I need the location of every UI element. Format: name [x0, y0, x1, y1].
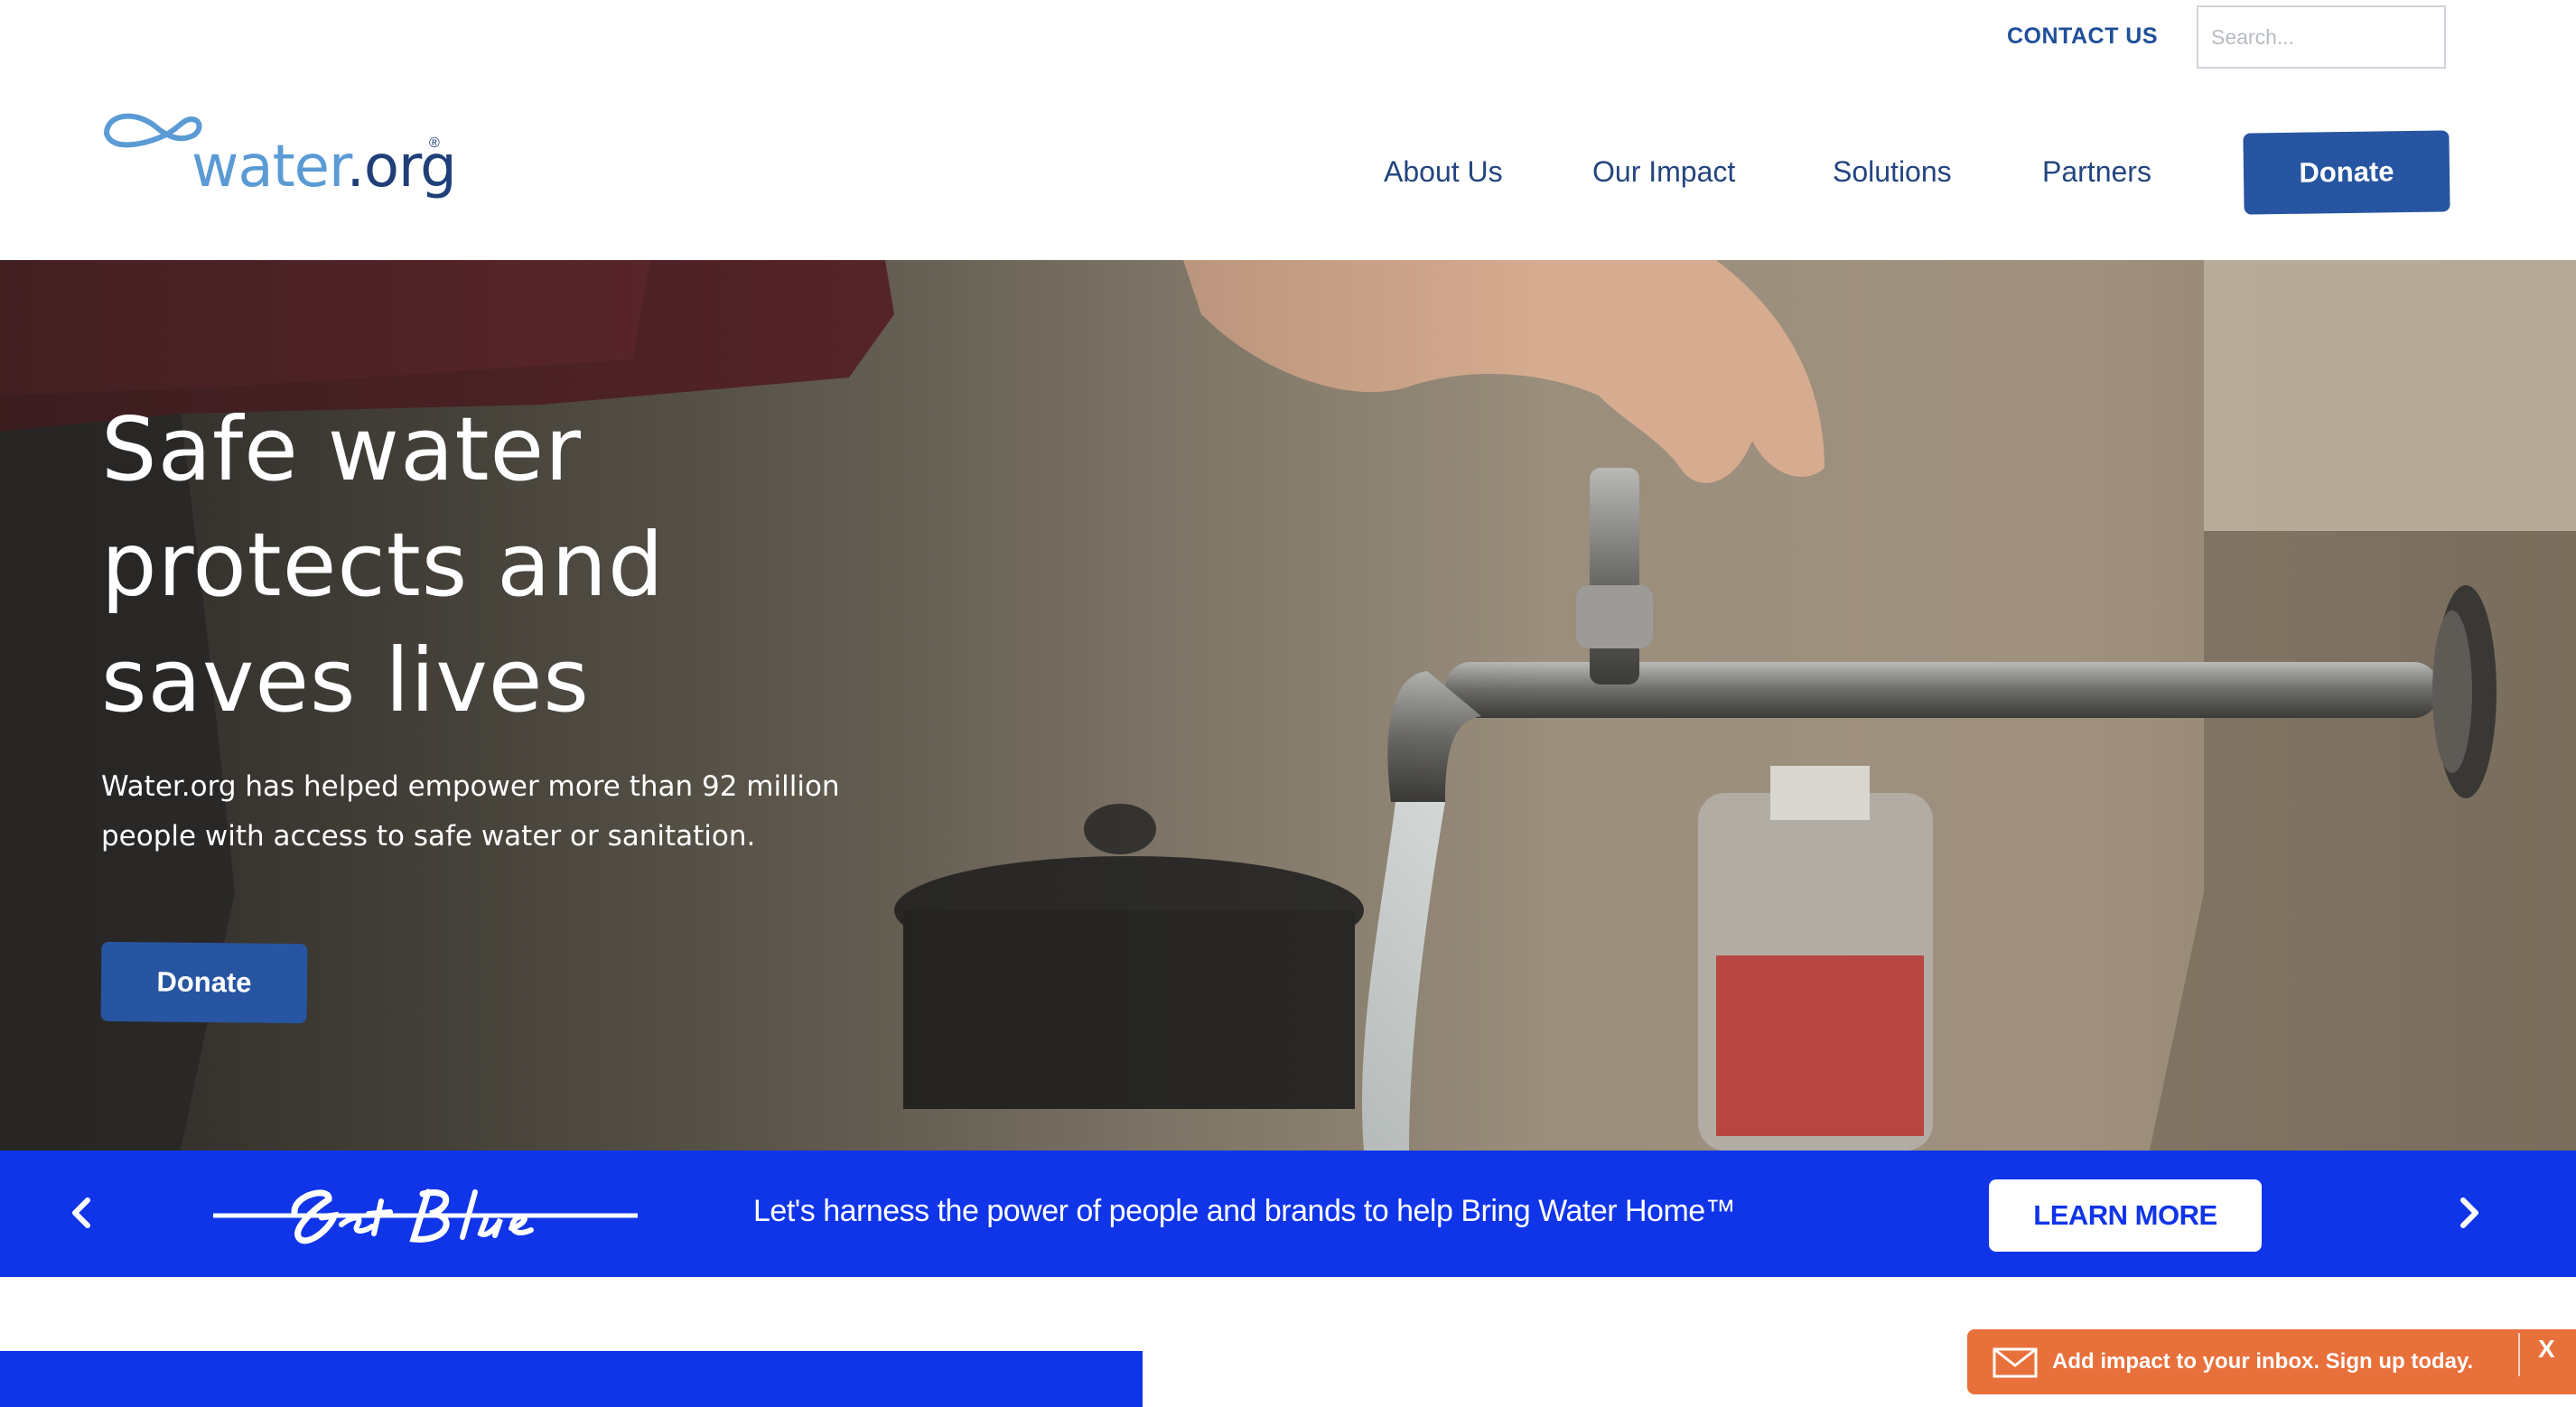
site-header: CONTACT US water.org ® About Us Our Impa… [0, 0, 2576, 262]
hero-description: Water.org has helped empower more than 9… [101, 770, 840, 853]
chevron-left-icon[interactable] [49, 1181, 112, 1244]
banner-message: Let's harness the power of people and br… [753, 1194, 1736, 1228]
learn-more-button[interactable]: LEARN MORE [1989, 1179, 2262, 1252]
toast-close-button[interactable]: X [2538, 1335, 2555, 1364]
search-input[interactable] [2197, 5, 2446, 69]
newsletter-signup-toast[interactable]: Add impact to your inbox. Sign up today.… [1967, 1329, 2576, 1394]
get-blue-script-icon [210, 1188, 640, 1244]
toast-divider [2518, 1333, 2520, 1376]
hero-title: Safe water protects and saves lives [101, 398, 665, 731]
signup-toast-text[interactable]: Add impact to your inbox. Sign up today. [2052, 1349, 2473, 1374]
logo-wordmark: water.org [191, 134, 457, 200]
nav-partners[interactable]: Partners [2042, 155, 2151, 189]
nav-our-impact[interactable]: Our Impact [1592, 155, 1735, 189]
content-section-block [0, 1351, 1143, 1407]
hero-section: Safe water protects and saves lives Wate… [0, 260, 2576, 1151]
water-org-logo[interactable]: water.org ® [99, 99, 461, 208]
header-donate-button[interactable]: Donate [2243, 130, 2450, 215]
chevron-right-icon[interactable] [2439, 1181, 2502, 1244]
mail-icon [1993, 1347, 2038, 1378]
get-blue-logo [210, 1174, 640, 1255]
get-blue-banner: Let's harness the power of people and br… [0, 1151, 2576, 1277]
nav-about-us[interactable]: About Us [1384, 155, 1503, 189]
contact-us-link[interactable]: CONTACT US [2007, 23, 2158, 50]
hero-donate-button[interactable]: Donate [100, 941, 308, 1024]
registered-mark: ® [429, 135, 440, 151]
nav-solutions[interactable]: Solutions [1833, 155, 1952, 189]
